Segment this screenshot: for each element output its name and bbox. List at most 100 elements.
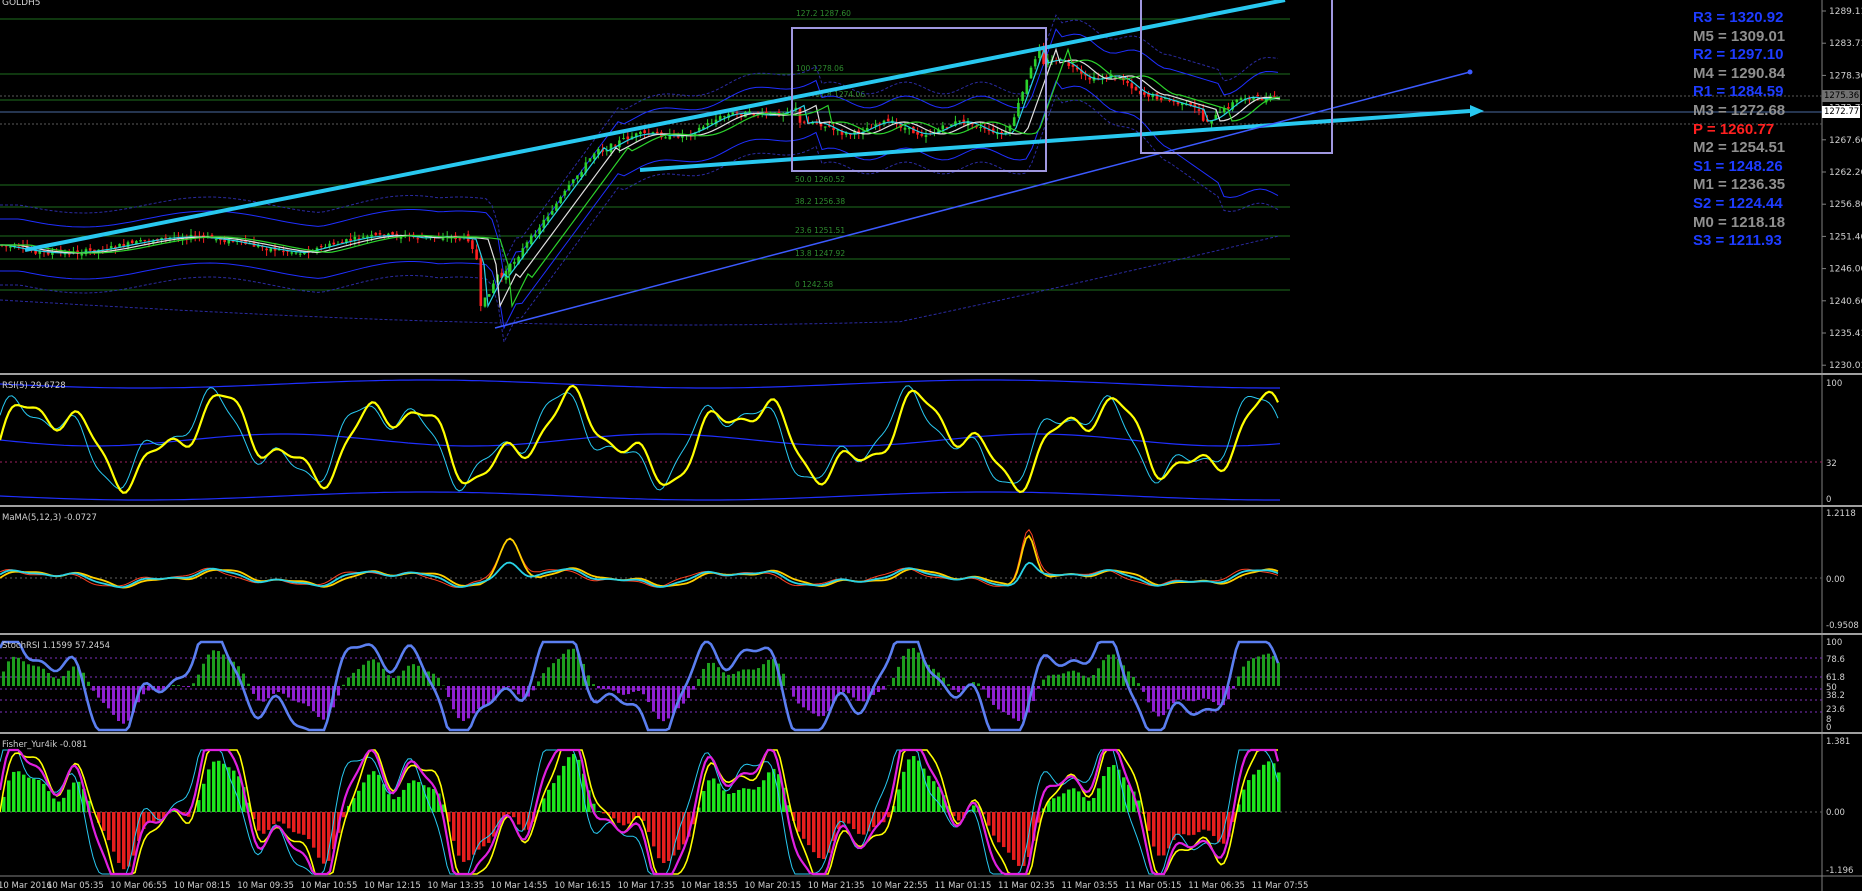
stoch-hist-bar — [642, 686, 645, 695]
stoch-hist-bar — [1247, 660, 1250, 686]
rsi-window[interactable]: RSI(5) 29.6728 100 32 0 — [0, 379, 1842, 505]
stoch-hist-bar — [647, 686, 650, 703]
trendline-handle-icon[interactable] — [1467, 69, 1473, 75]
candle-body — [529, 235, 533, 245]
rsi-band — [0, 379, 1280, 389]
candlesticks — [0, 42, 1276, 312]
stoch-hist-bar — [782, 673, 785, 686]
stoch-hist-bar — [507, 686, 510, 688]
candle-body — [920, 134, 924, 136]
fisher-hist-bar — [742, 788, 746, 812]
subwindow-axis-label: 38.2 — [1826, 691, 1845, 701]
stoch-hist-bar — [67, 670, 70, 686]
time-label: 10 Mar 22:55 — [871, 881, 928, 891]
fisher-hist-bar — [237, 776, 241, 812]
time-label: 11 Mar 01:15 — [935, 881, 992, 891]
stoch-hist-bar — [337, 686, 340, 696]
stoch-hist-bar — [597, 686, 600, 689]
fisher-hist-bar — [1007, 812, 1011, 853]
subwindow-axis-label: 0.00 — [1826, 808, 1845, 818]
candle-body — [282, 251, 285, 253]
stoch-hist-bar — [687, 686, 690, 698]
mama-window[interactable]: MaMA(5,12,3) -0.0727 1.2118 0.00 -0.9508 — [0, 509, 1859, 631]
fisher-window[interactable]: Fisher_Yur4ik -0.081 1.381 0.00 -1.196 — [0, 737, 1853, 876]
candle-body — [655, 131, 659, 134]
candle-body — [298, 253, 302, 255]
candle-body — [479, 257, 483, 306]
fisher-hist-bar — [1167, 812, 1171, 849]
stoch-hist-bar — [72, 666, 75, 686]
fisher-hist-bar — [262, 812, 266, 834]
stoch-hist-bar — [1107, 654, 1110, 686]
candle-body — [823, 126, 827, 128]
fisher-hist-bar — [822, 812, 826, 859]
pivot-level: S1 = 1248.26 — [1693, 157, 1783, 175]
fisher-hist-bar — [297, 812, 301, 834]
candle-body — [9, 246, 12, 248]
stoch-hist-bar — [757, 668, 760, 686]
stoch-hist-bar — [567, 649, 570, 686]
rsi-band — [0, 491, 1280, 501]
stoch-hist-bar — [1092, 675, 1095, 686]
stoch-hist-bar — [412, 664, 415, 686]
fisher-hist-bar — [712, 778, 716, 812]
fisher-hist-bar — [1077, 791, 1081, 812]
stoch-hist-bar — [792, 686, 795, 697]
upper-trendline[interactable] — [24, 0, 1286, 252]
fisher-hist-bar — [212, 761, 216, 812]
main-price-window[interactable]: 127.2 1287.60100 1278.0661.8 1274.0650.0… — [0, 0, 1822, 344]
candle-body — [361, 236, 365, 238]
stoch-hist-bar — [342, 684, 345, 686]
stoch-hist-bar — [292, 686, 295, 701]
stoch-hist-bar — [267, 686, 270, 699]
fisher-hist-bar — [282, 812, 286, 824]
fisher-hist-bar — [707, 780, 711, 812]
stoch-hist-bar — [37, 666, 40, 686]
fisher-hist-bar — [1217, 812, 1221, 843]
candle-body — [1168, 100, 1171, 102]
stoch-hist-bar — [1267, 653, 1270, 686]
fisher-hist-bar — [517, 812, 521, 825]
stoch-hist-bar — [1087, 677, 1090, 686]
candle-body — [525, 242, 529, 248]
fisher-hist-bar — [457, 812, 461, 856]
fisher-hist-bar — [757, 787, 761, 812]
selection-boxes[interactable] — [791, 0, 1333, 172]
stoch-hist-bar — [287, 686, 290, 698]
lower-trendline-arrow[interactable] — [639, 109, 1471, 172]
subwindow-axis-label: 0 — [1826, 495, 1831, 505]
fisher-hist-bar — [802, 812, 806, 839]
chart-canvas[interactable]: 127.2 1287.60100 1278.0661.8 1274.0650.0… — [0, 0, 1862, 891]
stoch-hist-bar — [252, 686, 255, 694]
candle-body — [391, 232, 394, 235]
stoch-hist-bar — [1167, 686, 1170, 710]
trendlines[interactable] — [24, 0, 1484, 329]
time-label: 10 Mar 18:55 — [681, 881, 738, 891]
price-label: 1230.01 — [1829, 361, 1862, 371]
stoch-hist-bar — [1232, 686, 1235, 689]
stoch-hist-bar — [987, 686, 990, 698]
pivot-level: M1 = 1236.35 — [1693, 176, 1786, 194]
fisher-hist-bar — [57, 801, 61, 812]
fisher-hist-bar — [917, 760, 921, 812]
pivot-level: S2 = 1224.44 — [1693, 194, 1783, 212]
fisher-hist-bar — [617, 812, 621, 823]
price-label: 1283.71 — [1829, 39, 1862, 49]
candle-body — [723, 116, 726, 118]
stochrsi-window[interactable]: StochRSI 1.1599 57.2454 10078.661.85038.2… — [0, 638, 1845, 733]
stoch-hist-bar — [477, 686, 480, 710]
fisher-hist-bar — [1097, 788, 1101, 812]
price-label: 1262.26 — [1829, 168, 1862, 178]
stoch-hist-bar — [892, 677, 895, 686]
fisher-hist-bar — [512, 812, 516, 818]
time-label: 10 Mar 13:35 — [427, 881, 484, 891]
fisher-hist-bar — [557, 775, 561, 812]
candle-body — [567, 184, 571, 191]
candle-body — [374, 232, 378, 235]
fisher-hist-bar — [272, 812, 276, 825]
time-label: 11 Mar 02:35 — [998, 881, 1055, 891]
time-label: 10 Mar 14:55 — [491, 881, 548, 891]
candle-body — [1155, 93, 1159, 100]
fisher-hist-bar — [1072, 788, 1076, 812]
time-label: 10 Mar 08:15 — [174, 881, 231, 891]
